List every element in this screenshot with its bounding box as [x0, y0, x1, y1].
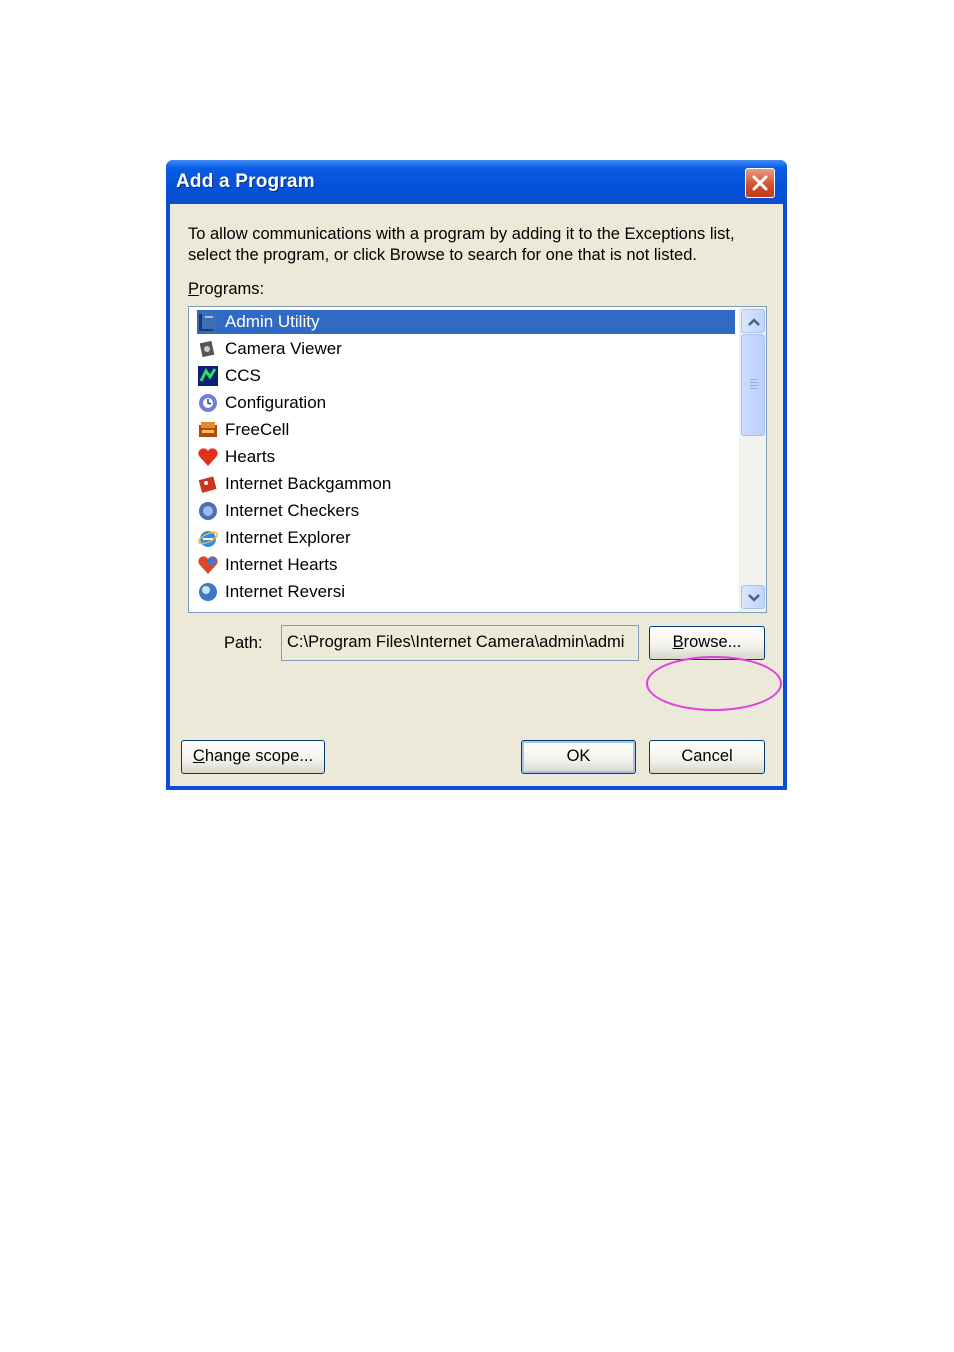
list-item-label: Internet Explorer [225, 528, 351, 547]
ok-button-label: OK [566, 747, 591, 765]
change-scope-button-label: Change scope... [192, 747, 314, 765]
internet-explorer-icon [198, 531, 218, 547]
list-item-label: Hearts [225, 447, 276, 466]
list-item-label: CCS [225, 366, 261, 385]
list-item-label: Internet Hearts [225, 555, 338, 574]
admin-utility-icon [199, 312, 216, 331]
title-bar[interactable]: Add a Program [166, 160, 787, 204]
hearts-icon [198, 448, 218, 466]
dialog-body: To allow communications with a program b… [170, 204, 783, 786]
internet-checkers-icon [199, 502, 217, 520]
list-item-label: Internet Backgammon [225, 474, 392, 493]
camera-viewer-icon [199, 340, 215, 358]
grip-line [750, 382, 758, 383]
list-item-label: Configuration [225, 393, 327, 412]
cancel-button[interactable]: Cancel [649, 740, 765, 774]
scroll-up-button[interactable] [741, 309, 765, 333]
grip-line [750, 385, 758, 386]
browse-button-label: Browse... [672, 633, 742, 651]
list-item-label: Camera Viewer [225, 339, 342, 358]
ok-button[interactable]: OK [521, 740, 636, 774]
browse-highlight-circle [646, 656, 782, 711]
path-field[interactable]: C:\Program Files\Internet Camera\admin\a… [281, 625, 639, 661]
list-item-label: FreeCell [225, 420, 290, 439]
freecell-icon [199, 422, 217, 437]
close-button[interactable] [745, 168, 775, 198]
path-label: Path: [224, 634, 263, 652]
close-icon [752, 175, 768, 191]
change-scope-button[interactable]: Change scope... [181, 740, 325, 774]
grip-line [750, 388, 758, 389]
path-value: C:\Program Files\Internet Camera\admin\a… [287, 633, 625, 651]
chevron-down-icon [748, 594, 760, 602]
list-item-label: Internet Checkers [225, 501, 360, 520]
add-program-dialog: Add a Program To allow communications wi… [166, 160, 787, 790]
dialog-title: Add a Program [176, 171, 315, 192]
internet-reversi-icon [199, 583, 217, 601]
vertical-scrollbar[interactable] [739, 307, 766, 612]
cancel-button-label: Cancel [681, 747, 733, 765]
configuration-icon [199, 394, 217, 412]
scroll-thumb[interactable] [741, 334, 765, 436]
list-item-label: Internet Reversi [225, 582, 345, 601]
chevron-up-icon [748, 318, 760, 326]
internet-backgammon-icon [198, 476, 217, 493]
programs-list[interactable]: Admin Utility Camera Viewer CCS Configur… [188, 306, 767, 613]
scroll-down-button[interactable] [741, 585, 765, 609]
list-item-label: Admin Utility [225, 312, 320, 331]
ccs-icon [198, 366, 218, 386]
browse-button[interactable]: Browse... [649, 626, 765, 660]
internet-hearts-icon [198, 556, 218, 574]
grip-line [750, 379, 758, 380]
programs-label: Programs: [188, 280, 265, 298]
instructions-text: To allow communications with a program b… [188, 225, 735, 264]
